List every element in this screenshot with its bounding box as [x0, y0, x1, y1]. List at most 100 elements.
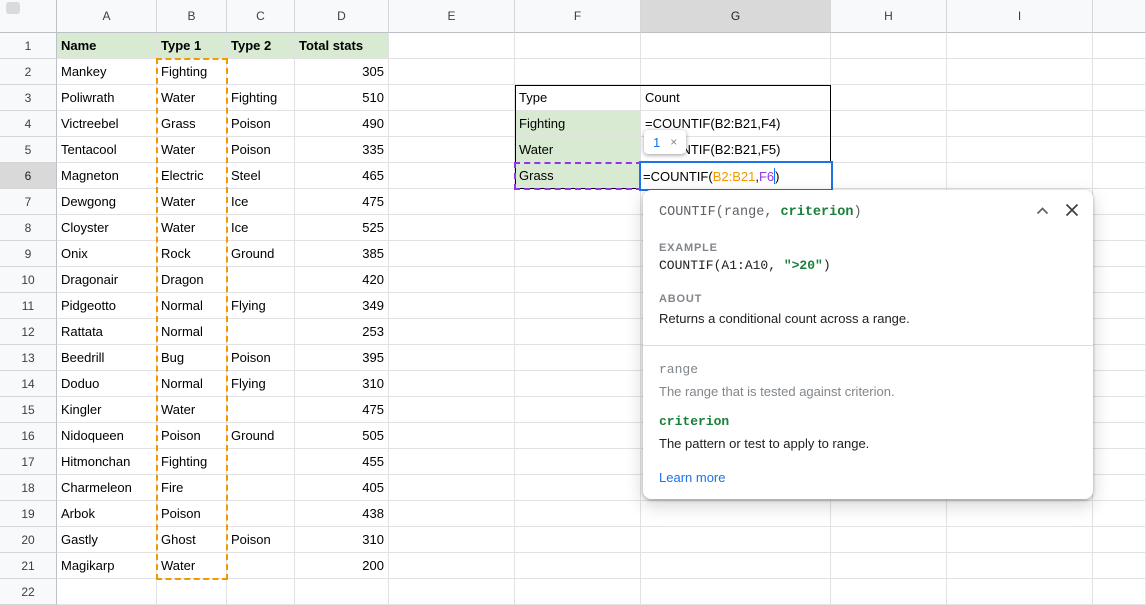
cell-C11[interactable]: Flying	[227, 293, 295, 319]
cell-C7[interactable]: Ice	[227, 189, 295, 215]
cell-E19[interactable]	[389, 501, 515, 527]
cell-B18[interactable]: Fire	[157, 475, 227, 501]
cell-D17[interactable]: 455	[295, 449, 389, 475]
cell-I21[interactable]	[947, 553, 1093, 579]
column-header-F[interactable]: F	[515, 0, 641, 33]
row-header-19[interactable]: 19	[0, 501, 57, 527]
cell-D14[interactable]: 310	[295, 371, 389, 397]
cell-F10[interactable]	[515, 267, 641, 293]
cell-E3[interactable]	[389, 85, 515, 111]
row-header-5[interactable]: 5	[0, 137, 57, 163]
cell-C2[interactable]	[227, 59, 295, 85]
row-header-14[interactable]: 14	[0, 371, 57, 397]
cell-H1[interactable]	[831, 33, 947, 59]
cell-I6[interactable]	[947, 163, 1093, 189]
cell-I20[interactable]	[947, 527, 1093, 553]
cell-G22[interactable]	[641, 579, 831, 605]
cell-B17[interactable]: Fighting	[157, 449, 227, 475]
learn-more-link[interactable]: Learn more	[659, 470, 725, 485]
cell-A19[interactable]: Arbok	[57, 501, 157, 527]
cell-C15[interactable]	[227, 397, 295, 423]
row-header-13[interactable]: 13	[0, 345, 57, 371]
cell-F15[interactable]	[515, 397, 641, 423]
cell-A13[interactable]: Beedrill	[57, 345, 157, 371]
cell-D7[interactable]: 475	[295, 189, 389, 215]
cell-overflow-14[interactable]	[1093, 371, 1146, 397]
cell-G3[interactable]: Count	[641, 85, 831, 111]
cell-D19[interactable]: 438	[295, 501, 389, 527]
cell-C16[interactable]: Ground	[227, 423, 295, 449]
cell-B16[interactable]: Poison	[157, 423, 227, 449]
cell-E7[interactable]	[389, 189, 515, 215]
cell-C3[interactable]: Fighting	[227, 85, 295, 111]
cell-B11[interactable]: Normal	[157, 293, 227, 319]
cell-overflow-16[interactable]	[1093, 423, 1146, 449]
cell-D12[interactable]: 253	[295, 319, 389, 345]
cell-E15[interactable]	[389, 397, 515, 423]
cell-H21[interactable]	[831, 553, 947, 579]
column-header-blank[interactable]	[1093, 0, 1146, 33]
cell-D11[interactable]: 349	[295, 293, 389, 319]
cell-F3[interactable]: Type	[515, 85, 641, 111]
cell-B3[interactable]: Water	[157, 85, 227, 111]
cell-overflow-13[interactable]	[1093, 345, 1146, 371]
cell-overflow-5[interactable]	[1093, 137, 1146, 163]
cell-G19[interactable]	[641, 501, 831, 527]
cell-B13[interactable]: Bug	[157, 345, 227, 371]
cell-F22[interactable]	[515, 579, 641, 605]
row-header-10[interactable]: 10	[0, 267, 57, 293]
cell-H5[interactable]	[831, 137, 947, 163]
cell-A18[interactable]: Charmeleon	[57, 475, 157, 501]
row-header-1[interactable]: 1	[0, 33, 57, 59]
cell-D2[interactable]: 305	[295, 59, 389, 85]
cell-B12[interactable]: Normal	[157, 319, 227, 345]
cell-D13[interactable]: 395	[295, 345, 389, 371]
cell-B6[interactable]: Electric	[157, 163, 227, 189]
cell-B22[interactable]	[157, 579, 227, 605]
cell-overflow-18[interactable]	[1093, 475, 1146, 501]
cell-C21[interactable]	[227, 553, 295, 579]
cell-E17[interactable]	[389, 449, 515, 475]
select-all-corner[interactable]	[0, 0, 57, 33]
cell-overflow-11[interactable]	[1093, 293, 1146, 319]
row-header-4[interactable]: 4	[0, 111, 57, 137]
cell-C1[interactable]: Type 2	[227, 33, 295, 59]
cell-C4[interactable]: Poison	[227, 111, 295, 137]
cell-overflow-12[interactable]	[1093, 319, 1146, 345]
cell-I1[interactable]	[947, 33, 1093, 59]
cell-B15[interactable]: Water	[157, 397, 227, 423]
cell-A2[interactable]: Mankey	[57, 59, 157, 85]
cell-H3[interactable]	[831, 85, 947, 111]
cell-F6[interactable]: Grass	[515, 163, 641, 189]
column-header-A[interactable]: A	[57, 0, 157, 33]
cell-E14[interactable]	[389, 371, 515, 397]
row-header-7[interactable]: 7	[0, 189, 57, 215]
preview-close-icon[interactable]: ×	[670, 135, 677, 149]
cell-F4[interactable]: Fighting	[515, 111, 641, 137]
cell-A11[interactable]: Pidgeotto	[57, 293, 157, 319]
cell-F8[interactable]	[515, 215, 641, 241]
cell-E6[interactable]	[389, 163, 515, 189]
cell-D4[interactable]: 490	[295, 111, 389, 137]
row-header-8[interactable]: 8	[0, 215, 57, 241]
close-icon[interactable]	[1065, 203, 1079, 217]
cell-overflow-20[interactable]	[1093, 527, 1146, 553]
cell-overflow-6[interactable]	[1093, 163, 1146, 189]
cell-C19[interactable]	[227, 501, 295, 527]
cell-A10[interactable]: Dragonair	[57, 267, 157, 293]
cell-B2[interactable]: Fighting	[157, 59, 227, 85]
cell-F17[interactable]	[515, 449, 641, 475]
cell-C5[interactable]: Poison	[227, 137, 295, 163]
column-header-C[interactable]: C	[227, 0, 295, 33]
cell-H19[interactable]	[831, 501, 947, 527]
cell-C9[interactable]: Ground	[227, 241, 295, 267]
cell-E9[interactable]	[389, 241, 515, 267]
cell-B5[interactable]: Water	[157, 137, 227, 163]
cell-F5[interactable]: Water	[515, 137, 641, 163]
row-header-12[interactable]: 12	[0, 319, 57, 345]
cell-C14[interactable]: Flying	[227, 371, 295, 397]
cell-B1[interactable]: Type 1	[157, 33, 227, 59]
cell-C17[interactable]	[227, 449, 295, 475]
cell-D15[interactable]: 475	[295, 397, 389, 423]
cell-overflow-15[interactable]	[1093, 397, 1146, 423]
